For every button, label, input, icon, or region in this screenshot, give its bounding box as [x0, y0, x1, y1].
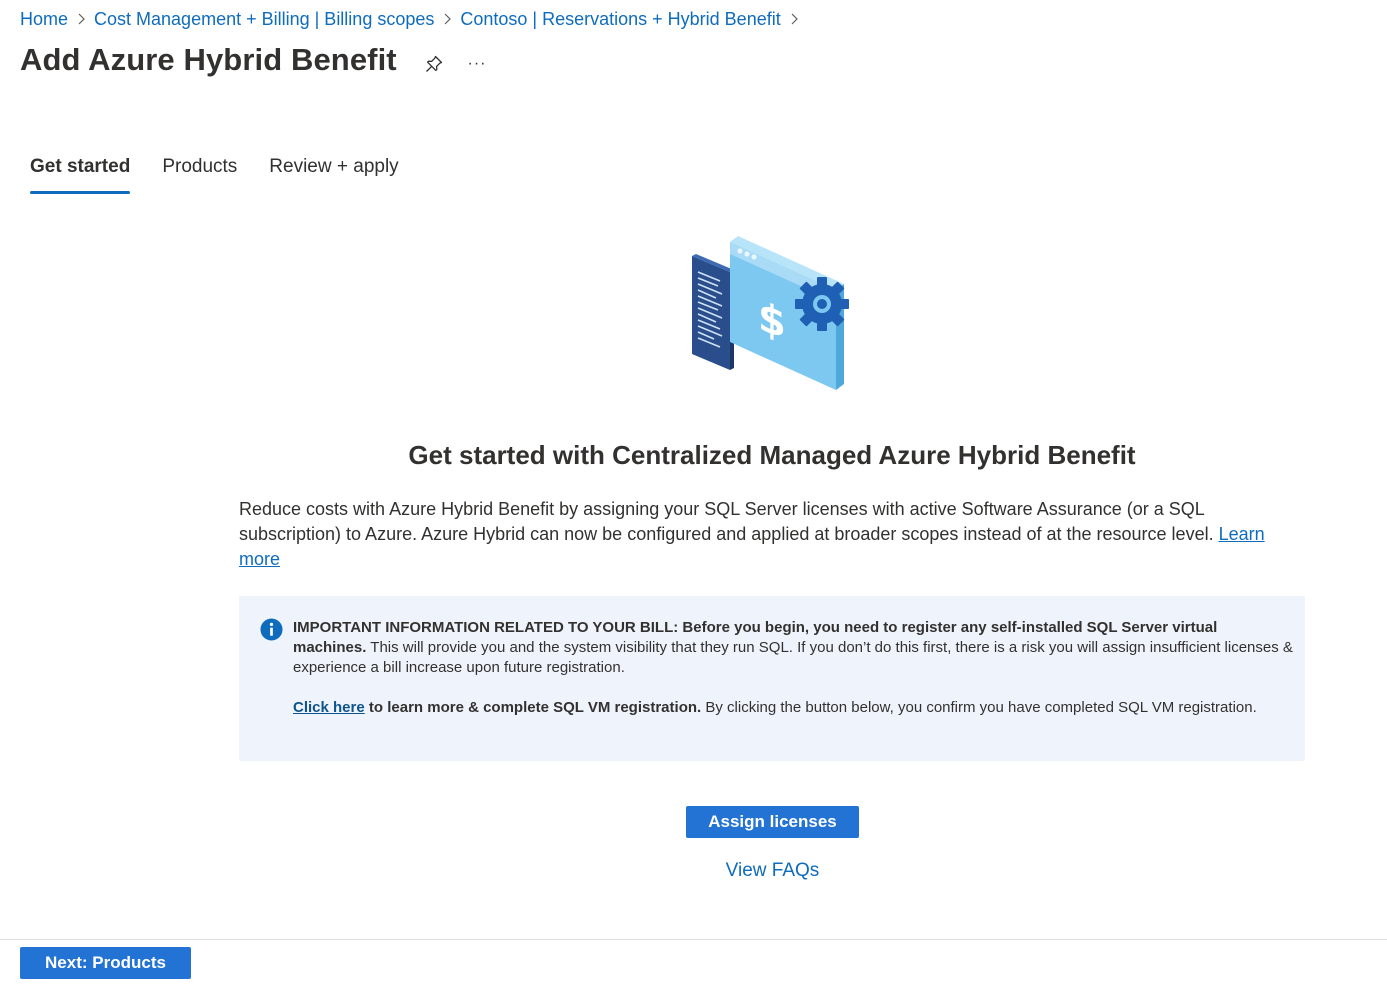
breadcrumb-billing-scopes[interactable]: Cost Management + Billing | Billing scop…	[94, 9, 434, 30]
chevron-right-icon	[68, 9, 94, 29]
page-title: Add Azure Hybrid Benefit	[20, 42, 397, 77]
info-text: IMPORTANT INFORMATION RELATED TO YOUR BI…	[293, 618, 1293, 718]
chevron-right-icon	[781, 9, 807, 29]
tab-list: Get started Products Review + apply	[30, 156, 431, 194]
section-heading: Get started with Centralized Managed Azu…	[408, 440, 1136, 470]
pin-icon[interactable]	[420, 50, 448, 78]
breadcrumb-home[interactable]: Home	[20, 9, 68, 30]
assign-licenses-button[interactable]: Assign licenses	[686, 806, 859, 838]
breadcrumb: Home Cost Management + Billing | Billing…	[20, 8, 807, 30]
important-info-banner: IMPORTANT INFORMATION RELATED TO YOUR BI…	[239, 596, 1305, 761]
footer-divider	[0, 939, 1387, 940]
next-products-button[interactable]: Next: Products	[20, 947, 191, 979]
tab-products[interactable]: Products	[162, 156, 237, 194]
sql-vm-registration-link[interactable]: Click here	[293, 699, 365, 716]
info-body-text: This will provide you and the system vis…	[293, 639, 1293, 676]
description-text: Reduce costs with Azure Hybrid Benefit b…	[239, 497, 1309, 572]
view-faqs-link[interactable]: View FAQs	[686, 860, 859, 882]
info-confirm-text: By clicking the button below, you confir…	[705, 699, 1257, 716]
info-link-suffix: to learn more & complete SQL VM registra…	[368, 699, 702, 716]
chevron-right-icon	[434, 9, 460, 29]
svg-text:$: $	[758, 292, 786, 348]
tab-review-apply[interactable]: Review + apply	[269, 156, 398, 194]
breadcrumb-reservations[interactable]: Contoso | Reservations + Hybrid Benefit	[460, 9, 780, 30]
more-icon[interactable]: ···	[462, 50, 492, 78]
info-icon	[260, 618, 283, 641]
description-body: Reduce costs with Azure Hybrid Benefit b…	[239, 499, 1214, 544]
tab-get-started[interactable]: Get started	[30, 156, 131, 194]
billing-settings-illustration: $	[686, 228, 858, 394]
info-paragraph-2: Click here to learn more & complete SQL …	[293, 698, 1293, 718]
info-paragraph-1: IMPORTANT INFORMATION RELATED TO YOUR BI…	[293, 618, 1293, 678]
